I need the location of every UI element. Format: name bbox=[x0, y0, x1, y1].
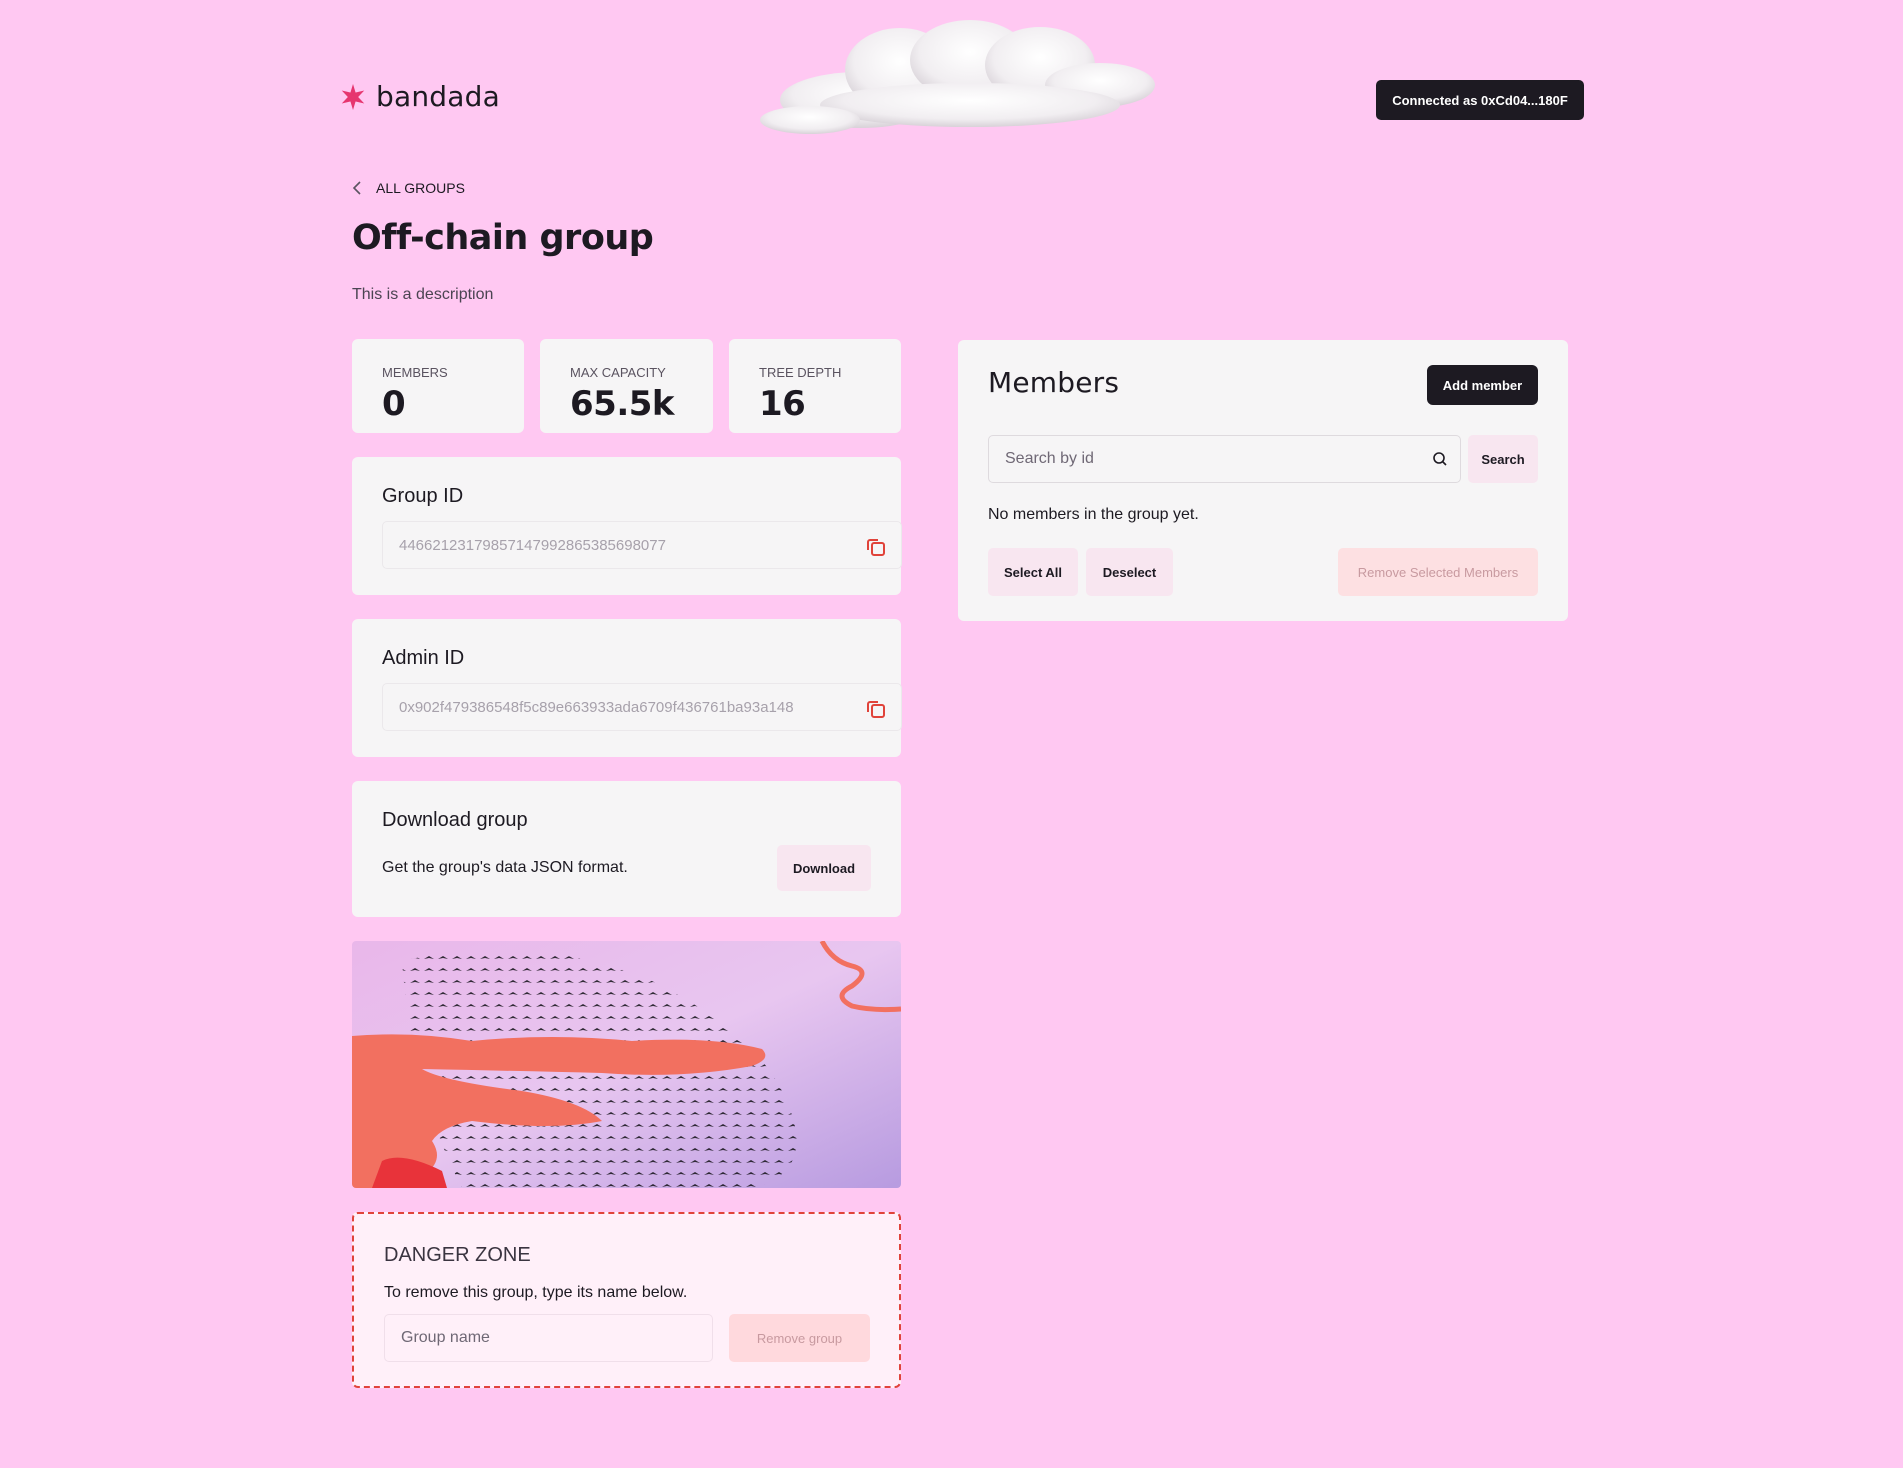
download-group-title: Download group bbox=[382, 809, 528, 831]
danger-zone: DANGER ZONE To remove this group, type i… bbox=[352, 1212, 901, 1388]
group-id-value: 44662123179857147992865385698077 bbox=[399, 536, 666, 554]
select-all-button[interactable]: Select All bbox=[988, 548, 1078, 596]
group-id-card: Group ID 4466212317985714799286538569807… bbox=[352, 457, 902, 595]
bandada-logo-icon bbox=[341, 83, 365, 110]
download-group-text: Get the group's data JSON format. bbox=[382, 859, 628, 876]
add-member-button[interactable]: Add member bbox=[1427, 365, 1538, 405]
stat-card-members: MEMBERS 0 bbox=[352, 339, 524, 433]
members-empty-text: No members in the group yet. bbox=[988, 506, 1199, 523]
copy-icon[interactable] bbox=[865, 698, 887, 720]
chevron-left-icon bbox=[352, 181, 361, 195]
connected-wallet-button[interactable]: Connected as 0xCd04...180F bbox=[1376, 80, 1584, 120]
copy-icon[interactable] bbox=[865, 536, 887, 558]
stat-label: MAX CAPACITY bbox=[570, 365, 666, 380]
back-link-label: ALL GROUPS bbox=[376, 180, 465, 196]
cloud-decoration bbox=[760, 20, 1155, 134]
members-panel: Members Add member Search No members in … bbox=[958, 340, 1568, 621]
admin-id-title: Admin ID bbox=[382, 647, 465, 669]
stat-card-max-capacity: MAX CAPACITY 65.5k bbox=[540, 339, 713, 433]
group-name-input-wrapper bbox=[384, 1314, 713, 1362]
page-title: Off-chain group bbox=[352, 218, 654, 258]
group-id-field: 44662123179857147992865385698077 bbox=[382, 521, 902, 569]
stat-value: 65.5k bbox=[570, 384, 675, 424]
group-description: This is a description bbox=[352, 286, 494, 303]
danger-zone-text: To remove this group, type its name belo… bbox=[384, 1284, 688, 1301]
logo[interactable]: bandada bbox=[338, 80, 500, 113]
stat-value: 0 bbox=[382, 384, 406, 424]
search-icon bbox=[1433, 452, 1447, 466]
group-name-input[interactable] bbox=[385, 1315, 712, 1361]
group-id-title: Group ID bbox=[382, 485, 464, 507]
decorative-artwork bbox=[352, 941, 901, 1188]
remove-selected-members-button[interactable]: Remove Selected Members bbox=[1338, 548, 1538, 596]
back-to-all-groups-link[interactable]: ALL GROUPS bbox=[352, 180, 465, 196]
stat-value: 16 bbox=[759, 384, 806, 424]
members-title: Members bbox=[988, 366, 1120, 399]
danger-zone-title: DANGER ZONE bbox=[384, 1244, 531, 1266]
remove-group-button[interactable]: Remove group bbox=[729, 1314, 870, 1362]
download-button[interactable]: Download bbox=[777, 845, 871, 891]
admin-id-card: Admin ID 0x902f479386548f5c89e663933ada6… bbox=[352, 619, 902, 757]
search-input-wrapper bbox=[988, 435, 1461, 483]
stat-label: TREE DEPTH bbox=[759, 365, 842, 380]
search-input[interactable] bbox=[989, 436, 1389, 482]
download-group-card: Download group Get the group's data JSON… bbox=[352, 781, 901, 917]
admin-id-value: 0x902f479386548f5c89e663933ada6709f43676… bbox=[399, 698, 794, 716]
admin-id-field: 0x902f479386548f5c89e663933ada6709f43676… bbox=[382, 683, 902, 731]
stat-card-tree-depth: TREE DEPTH 16 bbox=[729, 339, 901, 433]
stat-label: MEMBERS bbox=[382, 365, 448, 380]
deselect-button[interactable]: Deselect bbox=[1086, 548, 1173, 596]
search-button[interactable]: Search bbox=[1468, 435, 1538, 483]
logo-text: bandada bbox=[376, 80, 500, 113]
